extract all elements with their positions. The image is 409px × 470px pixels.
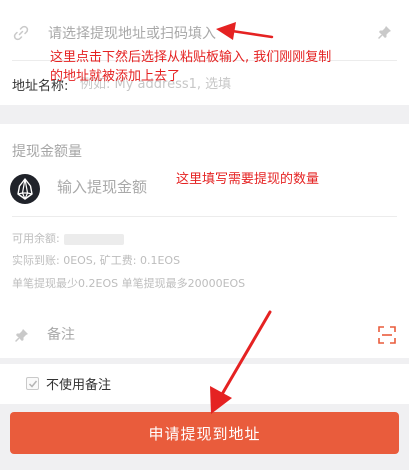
no-memo-label: 不使用备注 [46, 378, 112, 393]
pin-icon [15, 329, 28, 342]
address-input[interactable] [48, 20, 358, 48]
scan-icon[interactable] [377, 325, 397, 345]
memo-input[interactable] [47, 320, 347, 350]
divider [12, 216, 397, 217]
limits-text: 单笔提现最少0.2EOS 单笔提现最多20000EOS [12, 277, 246, 290]
amount-section: 提现金额量 可用余额: 实际到账: 0EOS, 矿工费: 0.1EOS 单笔提现… [0, 124, 409, 320]
annotation-address-line1: 这里点击下然后选择从粘贴板输入, 我们刚刚复制 [50, 50, 332, 65]
check-icon [28, 380, 38, 388]
available-balance: 可用余额: [12, 230, 124, 246]
pin-icon[interactable] [377, 24, 393, 40]
available-label: 可用余额: [12, 232, 60, 245]
amount-title: 提现金额量 [12, 144, 82, 160]
annotation-amount: 这里填写需要提现的数量 [176, 172, 320, 187]
blurred-balance [63, 233, 124, 245]
link-icon [13, 25, 29, 41]
actual-receive-text: 实际到账: 0EOS, 矿工费: 0.1EOS [12, 254, 181, 267]
no-memo-checkbox[interactable] [26, 377, 39, 390]
eos-icon [10, 174, 40, 204]
submit-withdraw-button[interactable]: 申请提现到地址 [10, 412, 399, 454]
memo-section [0, 313, 409, 358]
annotation-address-line2: 的地址就被添加上去了 [50, 69, 181, 84]
no-memo-section: 不使用备注 [0, 364, 409, 404]
